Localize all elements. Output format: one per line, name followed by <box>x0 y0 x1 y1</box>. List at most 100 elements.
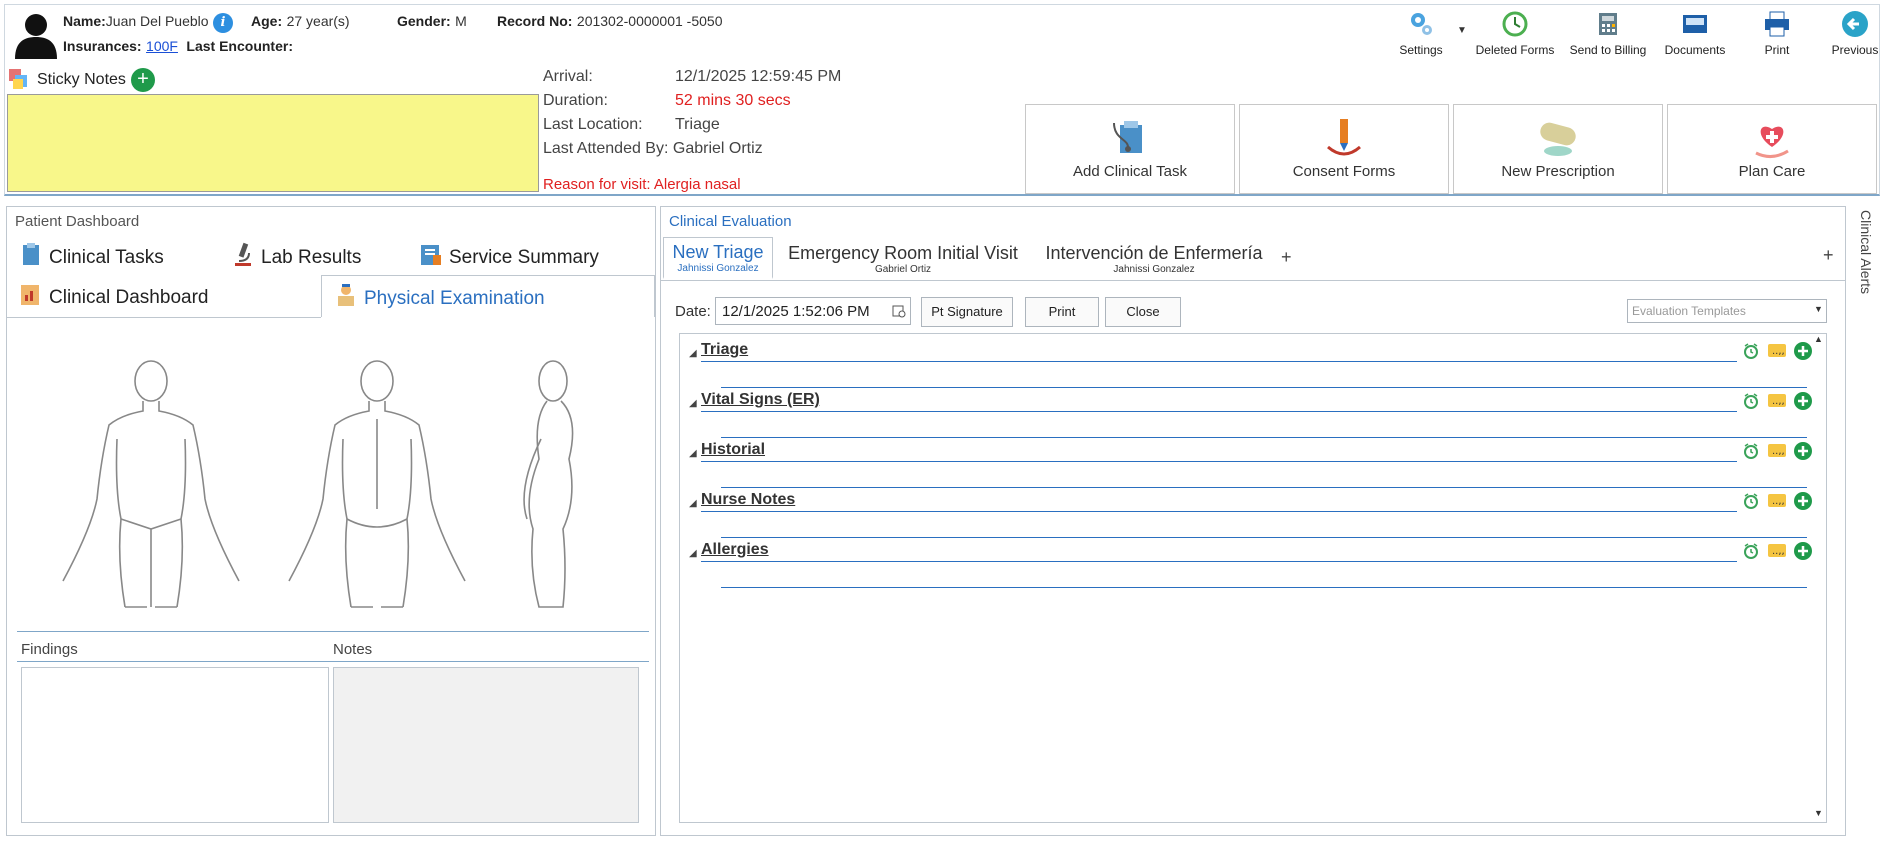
tab-new-triage-label: New Triage <box>672 242 764 262</box>
alarm-clock-icon[interactable] <box>1741 391 1761 411</box>
scroll-down-icon[interactable]: ▼ <box>1814 808 1823 818</box>
patient-age: 27 year(s) <box>286 13 350 29</box>
clipboard-icon <box>23 243 39 265</box>
body-side-figure[interactable] <box>503 359 603 609</box>
tab-intervencion-user: Jahnissi Gonzalez <box>1113 264 1195 275</box>
tab-lab-results[interactable]: Lab Results <box>229 241 361 269</box>
alarm-clock-icon[interactable] <box>1741 341 1761 361</box>
pt-signature-button[interactable]: Pt Signature <box>921 297 1013 327</box>
scroll-up-icon[interactable]: ▲ <box>1814 334 1823 344</box>
sticky-notes-icon <box>9 69 27 89</box>
section-title-underline <box>701 561 1737 562</box>
plan-care-button[interactable]: Plan Care <box>1667 104 1877 194</box>
svg-text:..,,: ..,, <box>1772 546 1785 557</box>
add-circle-icon[interactable] <box>1793 391 1813 411</box>
section-title[interactable]: Historial <box>701 441 765 459</box>
sticky-notes-area[interactable] <box>7 94 539 192</box>
add-tab-button[interactable]: + <box>1281 247 1292 268</box>
documents-button[interactable]: Documents <box>1655 7 1735 63</box>
info-icon[interactable]: i <box>213 13 233 33</box>
patient-avatar-icon <box>15 14 57 59</box>
tab-intervencion-enfermeria[interactable]: Intervención de Enfermería Jahnissi Gonz… <box>1033 243 1275 275</box>
alarm-clock-icon[interactable] <box>1741 491 1761 511</box>
section-title[interactable]: Triage <box>701 341 748 359</box>
new-prescription-button[interactable]: New Prescription <box>1453 104 1663 194</box>
add-clinical-task-button[interactable]: Add Clinical Task <box>1025 104 1235 194</box>
body-front-figure[interactable] <box>51 359 251 609</box>
findings-label: Findings <box>21 641 78 658</box>
calendar-clock-icon[interactable] <box>892 304 906 318</box>
add-sticky-note-button[interactable]: + <box>131 68 155 92</box>
comment-quote-icon[interactable]: ..,, <box>1767 441 1787 461</box>
findings-box[interactable] <box>21 667 329 823</box>
svg-text:..,,: ..,, <box>1772 446 1785 457</box>
comment-quote-icon[interactable]: ..,, <box>1767 391 1787 411</box>
deleted-forms-label: Deleted Forms <box>1475 43 1555 57</box>
section-title[interactable]: Vital Signs (ER) <box>701 391 820 409</box>
comment-quote-icon[interactable]: ..,, <box>1767 541 1787 561</box>
evaluation-section-row: ◢ Triage..,, <box>681 337 1813 388</box>
recycle-icon <box>1502 11 1528 37</box>
consent-forms-button[interactable]: Consent Forms <box>1239 104 1449 194</box>
section-title-underline <box>701 461 1737 462</box>
tab-er-initial-visit-user: Gabriel Ortiz <box>874 264 932 275</box>
comment-quote-icon[interactable]: ..,, <box>1767 491 1787 511</box>
section-collapse-icon[interactable]: ◢ <box>689 448 697 459</box>
section-collapse-icon[interactable]: ◢ <box>689 398 697 409</box>
report-icon <box>421 245 441 265</box>
date-label: Date: <box>675 303 711 320</box>
new-prescription-label: New Prescription <box>1501 163 1615 180</box>
date-value: 12/1/2025 1:52:06 PM <box>722 303 870 320</box>
clinical-alerts-tab[interactable]: Clinical Alerts <box>1852 206 1880 306</box>
tab-clinical-tasks[interactable]: Clinical Tasks <box>17 241 164 269</box>
tab-new-triage[interactable]: New Triage Jahnissi Gonzalez <box>663 237 773 279</box>
date-field[interactable]: 12/1/2025 1:52:06 PM <box>715 297 911 325</box>
tab-clinical-tasks-label: Clinical Tasks <box>49 247 164 268</box>
previous-label: Previous <box>1831 43 1879 57</box>
inbox-icon <box>1683 15 1707 33</box>
add-circle-icon[interactable] <box>1793 541 1813 561</box>
print-header-button[interactable]: Print <box>1737 7 1817 63</box>
name-label: Name: <box>63 13 106 29</box>
body-back-figure[interactable] <box>277 359 477 609</box>
section-collapse-icon[interactable]: ◢ <box>689 548 697 559</box>
add-tab-right-button[interactable]: + <box>1823 245 1834 266</box>
add-circle-icon[interactable] <box>1793 341 1813 361</box>
previous-button[interactable]: Previous <box>1815 7 1884 63</box>
folder-chart-icon <box>21 285 39 305</box>
age-group: Age: 27 year(s) <box>251 13 350 31</box>
alarm-clock-icon[interactable] <box>1741 441 1761 461</box>
settings-button[interactable]: Settings <box>1381 7 1461 63</box>
patient-dashboard-panel: Patient Dashboard Clinical Tasks Lab Res… <box>6 206 656 836</box>
print-evaluation-button[interactable]: Print <box>1025 297 1099 327</box>
add-circle-icon[interactable] <box>1793 491 1813 511</box>
arrival-label: Arrival: <box>543 68 593 85</box>
settings-dropdown-icon[interactable]: ▼ <box>1457 25 1467 36</box>
tab-physical-examination[interactable]: Physical Examination <box>321 275 655 317</box>
section-collapse-icon[interactable]: ◢ <box>689 348 697 359</box>
sticky-notes-label: Sticky Notes <box>37 71 126 88</box>
clinical-evaluation-panel: Clinical Evaluation New Triage Jahnissi … <box>660 206 1846 836</box>
section-title-underline <box>701 361 1737 362</box>
doctor-icon <box>338 284 354 306</box>
section-title[interactable]: Allergies <box>701 541 769 559</box>
settings-label: Settings <box>1399 43 1443 57</box>
record-group: Record No: 201302-0000001 -5050 <box>497 13 722 31</box>
tab-service-summary[interactable]: Service Summary <box>417 241 599 269</box>
section-title[interactable]: Nurse Notes <box>701 491 795 509</box>
notes-box[interactable] <box>333 667 639 823</box>
patient-name-group: Name:Juan Del Pueblo i <box>63 13 233 33</box>
add-circle-icon[interactable] <box>1793 441 1813 461</box>
comment-quote-icon[interactable]: ..,, <box>1767 341 1787 361</box>
section-collapse-icon[interactable]: ◢ <box>689 498 697 509</box>
microscope-icon <box>235 242 251 266</box>
deleted-forms-button[interactable]: Deleted Forms <box>1475 7 1555 63</box>
send-to-billing-button[interactable]: Send to Billing <box>1568 7 1648 63</box>
tab-strip-divider <box>7 317 321 318</box>
alarm-clock-icon[interactable] <box>1741 541 1761 561</box>
tab-er-initial-visit[interactable]: Emergency Room Initial Visit Gabriel Ort… <box>783 243 1023 275</box>
tab-clinical-dashboard[interactable]: Clinical Dashboard <box>17 281 208 309</box>
insurance-link[interactable]: 100F <box>146 38 178 54</box>
evaluation-templates-select[interactable]: Evaluation Templates ▼ <box>1627 299 1827 323</box>
close-evaluation-button[interactable]: Close <box>1105 297 1181 327</box>
